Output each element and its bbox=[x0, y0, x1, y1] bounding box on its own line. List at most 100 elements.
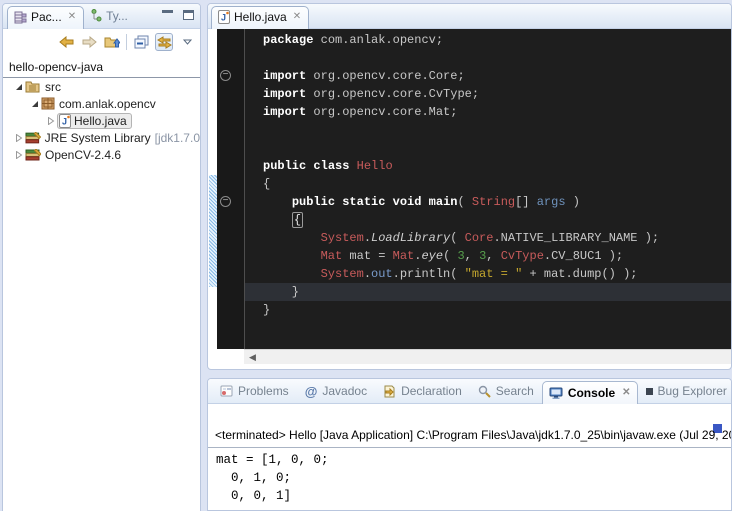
console-output-line: 0, 0, 1] bbox=[216, 487, 731, 505]
project-tree: hello-opencv-java src com bbox=[3, 55, 200, 163]
tab-search-label: Search bbox=[496, 384, 534, 398]
status-separator bbox=[208, 447, 731, 448]
chevron-down-icon bbox=[183, 39, 192, 45]
back-arrow-icon bbox=[59, 36, 74, 48]
code-line: import org.opencv.core.Core; bbox=[245, 67, 731, 85]
tab-console-close-icon[interactable]: ✕ bbox=[620, 388, 630, 398]
console-output-line: 0, 1, 0; bbox=[216, 469, 731, 487]
library-icon bbox=[25, 132, 41, 144]
explorer-window-buttons bbox=[162, 10, 194, 20]
editor-tab-hello-java[interactable]: J Hello.java ✕ bbox=[211, 6, 309, 29]
tab-console[interactable]: Console ✕ bbox=[542, 381, 638, 404]
link-with-editor-button[interactable] bbox=[155, 33, 173, 51]
package-icon bbox=[41, 97, 55, 110]
svg-text:J: J bbox=[62, 116, 67, 126]
link-with-editor-icon bbox=[157, 36, 172, 49]
tree-item-package-label: com.anlak.opencv bbox=[59, 97, 156, 111]
code-line bbox=[245, 121, 731, 139]
collapsed-arrow-icon[interactable] bbox=[15, 151, 25, 159]
tree-item-jre-library[interactable]: JRE System Library [jdk1.7.0 bbox=[3, 129, 200, 146]
editor-frame bbox=[208, 349, 244, 364]
collapse-all-icon bbox=[134, 35, 149, 49]
tab-type-hierarchy[interactable]: Ty... bbox=[84, 6, 135, 27]
go-up-button[interactable] bbox=[103, 33, 121, 51]
tab-console-label: Console bbox=[568, 386, 615, 400]
forward-button[interactable] bbox=[80, 33, 98, 51]
declaration-icon bbox=[383, 385, 396, 398]
code-line bbox=[245, 49, 731, 67]
tab-search[interactable]: Search bbox=[470, 384, 542, 398]
console-panel: Problems @ Javadoc Declaration Search bbox=[207, 378, 732, 511]
code-line: public static void main( String[] args ) bbox=[245, 193, 731, 211]
code-editor[interactable]: package com.anlak.opencv; import org.open… bbox=[208, 29, 731, 349]
tab-bug-explorer-label: Bug Explorer bbox=[658, 384, 727, 398]
editor-tab-close-icon[interactable]: ✕ bbox=[291, 12, 301, 22]
tab-package-explorer-close-icon[interactable]: ✕ bbox=[66, 12, 76, 22]
code-line: } bbox=[245, 301, 731, 319]
javadoc-icon: @ bbox=[305, 384, 318, 399]
code-line: Mat mat = Mat.eye( 3, 3, CvType.CV_8UC1 … bbox=[245, 247, 731, 265]
code-line: import org.opencv.core.CvType; bbox=[245, 85, 731, 103]
tab-javadoc-label: Javadoc bbox=[322, 384, 367, 398]
horizontal-scrollbar[interactable]: ◀ bbox=[244, 349, 731, 364]
eclipse-ide-window: { "explorer": { "tabs": [ { "label": "Pa… bbox=[0, 0, 732, 511]
tree-item-hello-java[interactable]: J Hello.java bbox=[3, 112, 200, 129]
tab-package-explorer-label: Pac... bbox=[31, 10, 62, 24]
tab-package-explorer[interactable]: Pac... ✕ bbox=[7, 6, 84, 29]
java-file-icon: J bbox=[218, 10, 230, 24]
back-button[interactable] bbox=[57, 33, 75, 51]
code-line: System.out.println( "mat = " + mat.dump(… bbox=[245, 265, 731, 283]
problems-icon bbox=[220, 385, 233, 397]
bug-explorer-icon bbox=[646, 388, 653, 395]
code-line: } bbox=[245, 283, 731, 301]
tree-item-jre-detail: [jdk1.7.0 bbox=[155, 131, 200, 145]
code-line: { bbox=[245, 211, 731, 229]
explorer-tabbar: Pac... ✕ Ty... bbox=[3, 4, 200, 29]
tree-item-project[interactable]: hello-opencv-java bbox=[3, 58, 200, 78]
code-line: package com.anlak.opencv; bbox=[245, 31, 731, 49]
tab-bug-explorer[interactable]: Bug Explorer bbox=[638, 384, 732, 398]
collapsed-arrow-icon[interactable] bbox=[15, 134, 25, 142]
fold-collapse-icon[interactable]: − bbox=[220, 70, 231, 81]
package-explorer-icon bbox=[14, 11, 27, 24]
collapse-all-button[interactable] bbox=[132, 33, 150, 51]
tab-problems[interactable]: Problems bbox=[212, 384, 297, 398]
forward-arrow-icon bbox=[82, 36, 97, 48]
code-line: public class Hello bbox=[245, 157, 731, 175]
tree-item-opencv-label: OpenCV-2.4.6 bbox=[45, 148, 121, 162]
view-menu-button[interactable] bbox=[178, 33, 196, 51]
fold-collapse-icon[interactable]: − bbox=[220, 196, 231, 207]
editor-panel: J Hello.java ✕ package com.anlak.opencv;… bbox=[207, 3, 732, 370]
tab-javadoc[interactable]: @ Javadoc bbox=[297, 384, 375, 399]
svg-text:J: J bbox=[221, 13, 226, 23]
code-lines: package com.anlak.opencv; import org.open… bbox=[245, 31, 731, 319]
minimize-icon[interactable] bbox=[162, 10, 173, 19]
tab-problems-label: Problems bbox=[238, 384, 289, 398]
tree-item-src-label: src bbox=[45, 80, 61, 94]
folder-up-icon bbox=[104, 35, 120, 49]
type-hierarchy-icon bbox=[90, 9, 102, 22]
collapsed-arrow-icon[interactable] bbox=[47, 117, 57, 125]
maximize-icon[interactable] bbox=[183, 10, 194, 20]
expanded-arrow-icon[interactable] bbox=[15, 83, 25, 91]
library-icon bbox=[25, 149, 41, 161]
console-icon bbox=[549, 387, 563, 399]
console-output[interactable]: mat = [1, 0, 0; 0, 1, 0; 0, 0, 1] bbox=[216, 451, 731, 505]
tree-item-package[interactable]: com.anlak.opencv bbox=[3, 95, 200, 112]
console-status-line: <terminated> Hello [Java Application] C:… bbox=[215, 428, 731, 445]
code-line: System.LoadLibrary( Core.NATIVE_LIBRARY_… bbox=[245, 229, 731, 247]
source-folder-icon bbox=[25, 80, 41, 93]
console-tabbar: Problems @ Javadoc Declaration Search bbox=[208, 379, 731, 404]
tree-item-opencv-library[interactable]: OpenCV-2.4.6 bbox=[3, 146, 200, 163]
tab-declaration[interactable]: Declaration bbox=[375, 384, 470, 398]
expanded-arrow-icon[interactable] bbox=[31, 100, 41, 108]
search-icon bbox=[478, 385, 491, 398]
tree-item-hello-java-label: Hello.java bbox=[74, 114, 127, 128]
code-line: import org.opencv.core.Mat; bbox=[245, 103, 731, 121]
tree-item-src[interactable]: src bbox=[3, 78, 200, 95]
toolbar-separator bbox=[126, 34, 127, 50]
editor-tabbar: J Hello.java ✕ bbox=[208, 4, 731, 29]
editor-tab-label: Hello.java bbox=[234, 10, 287, 24]
code-line: { bbox=[245, 175, 731, 193]
scroll-left-arrow-icon[interactable]: ◀ bbox=[244, 352, 256, 363]
